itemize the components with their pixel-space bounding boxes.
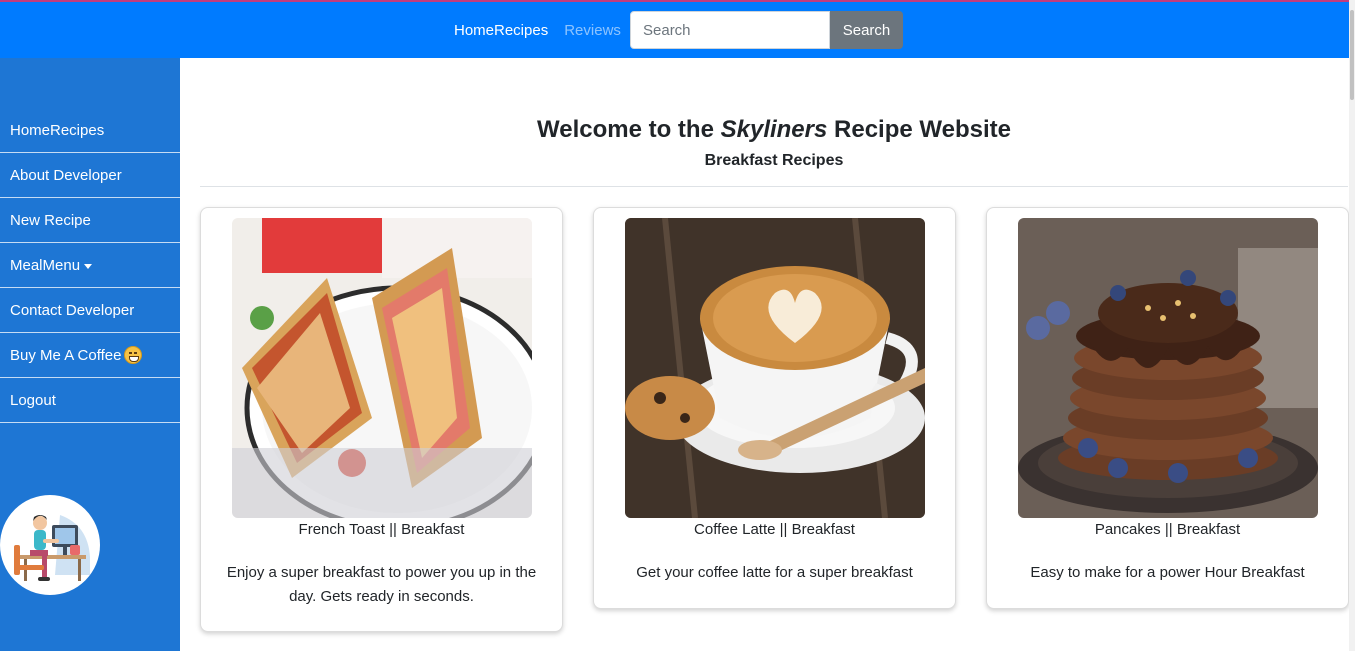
recipe-card-french-toast[interactable]: French Toast || Breakfast Enjoy a super … [200,207,563,632]
sidebar-item-logout[interactable]: Logout [0,378,180,423]
sidebar-item-new-recipe[interactable]: New Recipe [0,198,180,243]
developer-avatar [0,495,100,595]
top-nav-links: HomeRecipes Reviews [454,2,621,58]
sandwich-photo [232,218,532,518]
recipe-card-description: Easy to make for a power Hour Breakfast [1030,564,1305,581]
section-subtitle: Breakfast Recipes [704,152,844,169]
sidebar-item-label: Contact Developer [10,301,135,319]
sidebar-item-buy-me-a-coffee[interactable]: Buy Me A Coffee [0,333,180,378]
sidebar-item-label: About Developer [10,166,122,184]
sidebar-item-label: New Recipe [10,211,91,229]
grinning-face-emoji-icon [124,346,143,364]
sidebar-item-label: MealMenu [10,256,81,274]
caret-down-icon [84,263,93,269]
scrollbar-thumb[interactable] [1350,10,1354,100]
nav-home-recipes-link[interactable]: HomeRecipes [454,22,548,39]
recipe-card-description: Get your coffee latte for a super breakf… [636,564,913,581]
recipe-card-title: French Toast || Breakfast [298,521,465,538]
coffee-latte-photo [625,218,925,518]
page-title: Welcome to the Skyliners Recipe Website [200,116,1348,144]
sidebar-item-about-developer[interactable]: About Developer [0,153,180,198]
pancakes-photo [1018,218,1318,518]
top-navbar: HomeRecipes Reviews Search [0,0,1355,58]
sidebar-item-label: Logout [10,391,56,409]
sidebar-item-label: HomeRecipes [10,121,105,139]
header-divider [200,186,1348,187]
recipe-card-pancakes[interactable]: Pancakes || Breakfast Easy to make for a… [986,207,1349,609]
page-title-prefix: Welcome to the [537,116,721,143]
sidebar-item-meal-menu[interactable]: MealMenu [0,243,180,288]
recipe-card-coffee-latte[interactable]: Coffee Latte || Breakfast Get your coffe… [593,207,956,609]
search-button[interactable]: Search [830,11,903,49]
search-input[interactable] [630,11,830,49]
recipe-card-description: Enjoy a super breakfast to power you up … [226,564,537,605]
nav-reviews-link[interactable]: Reviews [564,22,621,39]
sidebar-item-home-recipes[interactable]: HomeRecipes [0,108,180,153]
recipe-card-title: Coffee Latte || Breakfast [694,521,855,538]
page-title-brand: Skyliners [720,116,828,143]
page-title-suffix: Recipe Website [827,116,1011,143]
page-scrollbar[interactable] [1349,0,1355,651]
sidebar-item-label: Buy Me A Coffee [10,346,122,364]
sidebar-item-contact-developer[interactable]: Contact Developer [0,288,180,333]
recipe-card-title: Pancakes || Breakfast [1094,521,1241,538]
